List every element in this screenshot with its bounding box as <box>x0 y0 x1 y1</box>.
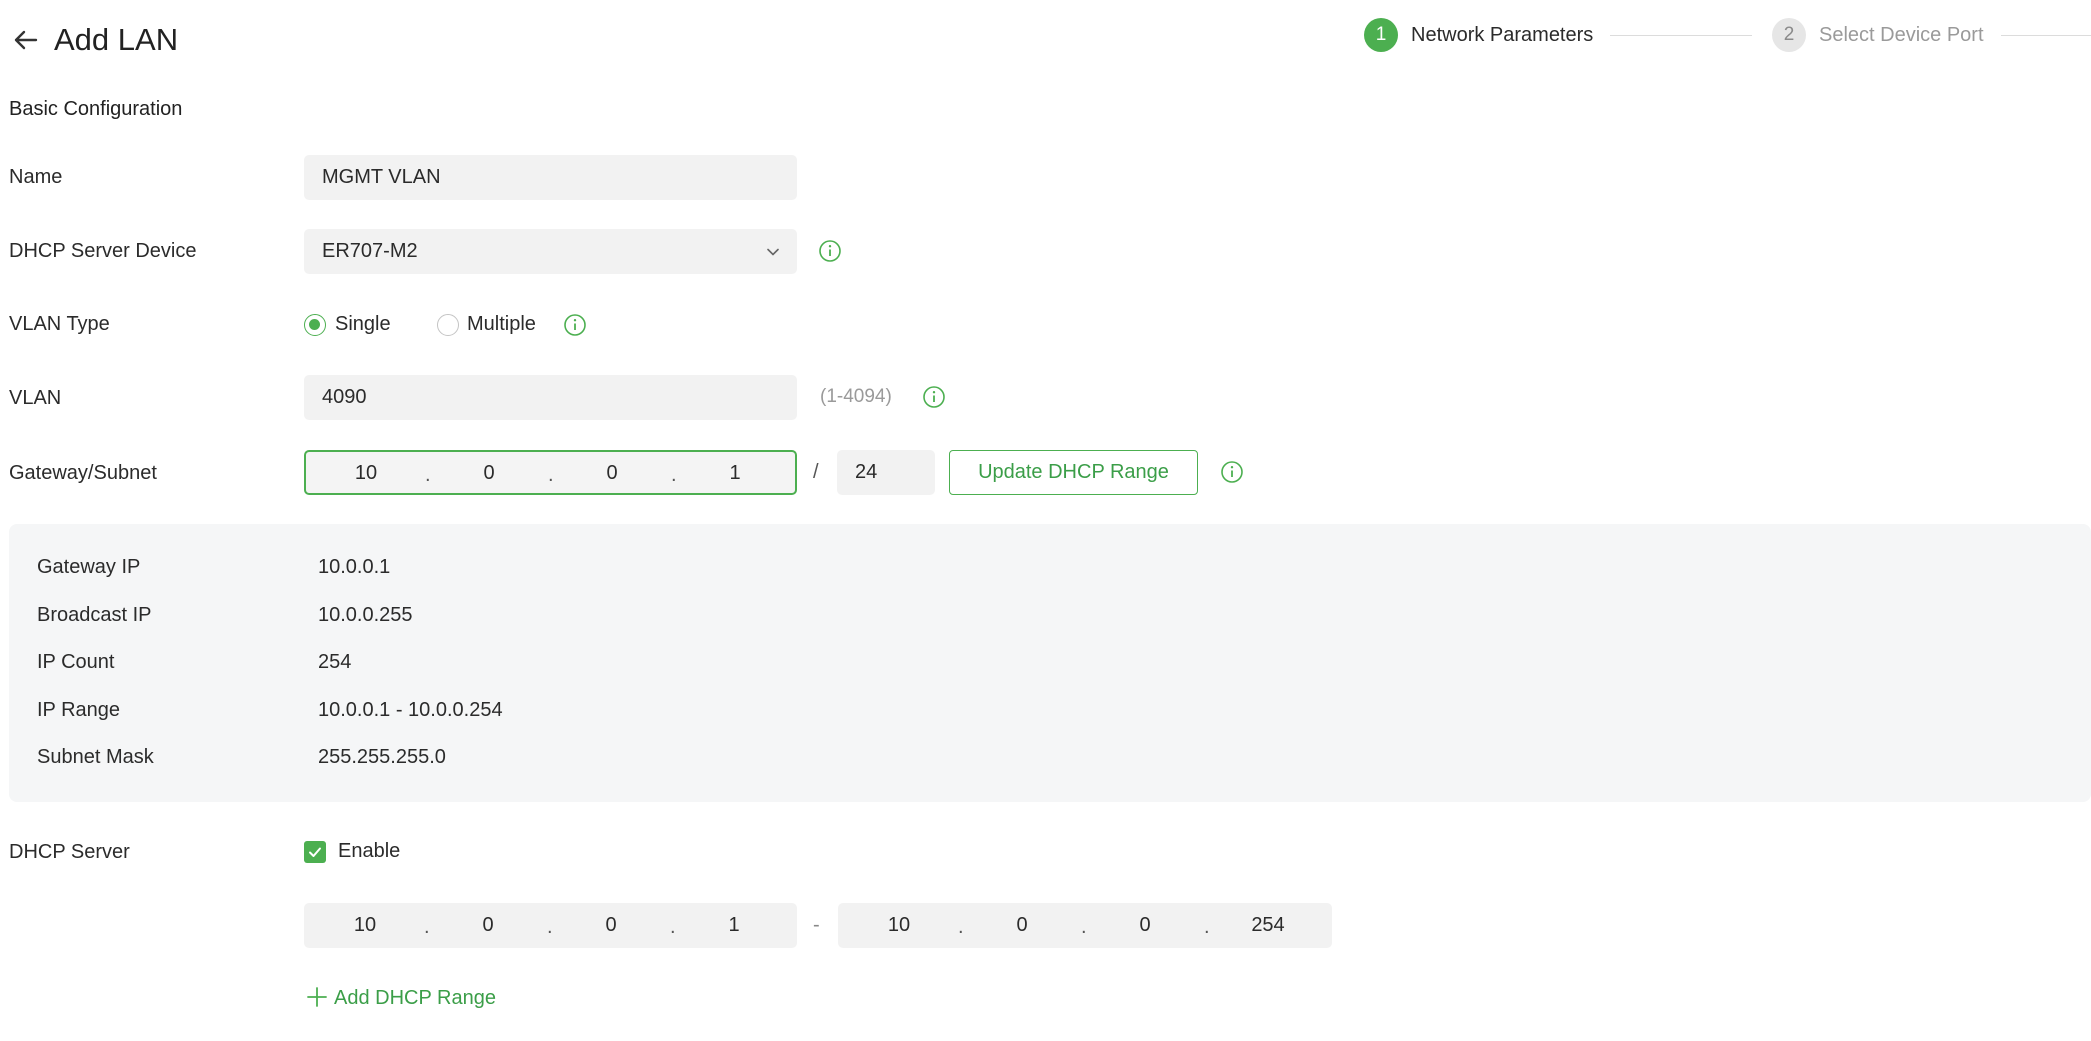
dhcp-device-value: ER707-M2 <box>322 240 418 262</box>
ip-octet[interactable]: 0 <box>581 903 641 948</box>
step-2-number: 2 <box>1772 18 1806 52</box>
gateway-ip-input[interactable]: 10 . 0 . 0 . 1 <box>304 450 797 495</box>
ip-octet[interactable]: 0 <box>459 452 519 495</box>
range-separator: - <box>813 914 820 936</box>
summary-value: 254 <box>318 651 352 673</box>
dhcp-range-start-input[interactable]: 10 . 0 . 0 . 1 <box>304 903 797 948</box>
info-icon[interactable] <box>818 239 842 263</box>
dhcp-device-label: DHCP Server Device <box>9 240 197 262</box>
ip-octet[interactable]: 10 <box>335 903 395 948</box>
vlan-label: VLAN <box>9 387 62 409</box>
summary-label: IP Range <box>37 699 121 721</box>
step-2-label: Select Device Port <box>1819 24 1984 46</box>
step-1-label: Network Parameters <box>1411 24 1594 46</box>
step-connector <box>1610 35 1752 36</box>
dhcp-range-end-input[interactable]: 10 . 0 . 0 . 254 <box>838 903 1332 948</box>
stepper: 1 Network Parameters 2 Select Device Por… <box>1364 18 2091 54</box>
add-dhcp-range-link[interactable]: Add DHCP Range <box>306 985 496 1011</box>
summary-value: 255.255.255.0 <box>318 746 446 768</box>
name-label: Name <box>9 166 63 188</box>
step-1-number: 1 <box>1364 18 1398 52</box>
info-icon[interactable] <box>563 313 587 337</box>
enable-label: Enable <box>338 840 401 862</box>
ip-dot: . <box>670 916 676 938</box>
subnet-prefix-input[interactable]: 24 <box>837 450 935 495</box>
summary-label: Broadcast IP <box>37 604 152 626</box>
subnet-summary-panel: Gateway IP 10.0.0.1 Broadcast IP 10.0.0.… <box>9 524 2091 802</box>
gateway-subnet-label: Gateway/Subnet <box>9 462 157 484</box>
ip-dot: . <box>1081 916 1087 938</box>
summary-value: 10.0.0.1 - 10.0.0.254 <box>318 699 503 721</box>
info-icon[interactable] <box>1220 460 1244 484</box>
radio-multiple[interactable] <box>437 314 459 336</box>
ip-dot: . <box>958 916 964 938</box>
summary-value: 10.0.0.255 <box>318 604 413 626</box>
vlan-type-label: VLAN Type <box>9 313 110 335</box>
chevron-down-icon <box>767 248 779 256</box>
dhcp-server-label: DHCP Server <box>9 841 130 863</box>
ip-dot: . <box>425 464 431 486</box>
step-connector <box>2001 35 2091 36</box>
ip-octet[interactable]: 10 <box>336 452 396 495</box>
enable-checkbox[interactable] <box>304 841 326 863</box>
plus-icon <box>307 987 327 1007</box>
back-arrow-icon[interactable] <box>10 24 42 56</box>
summary-label: Subnet Mask <box>37 746 154 768</box>
subnet-slash: / <box>813 461 819 483</box>
update-dhcp-range-button[interactable]: Update DHCP Range <box>949 450 1198 495</box>
ip-octet[interactable]: 10 <box>869 903 929 948</box>
add-dhcp-range-label: Add DHCP Range <box>334 987 496 1009</box>
ip-dot: . <box>548 464 554 486</box>
vlan-range-hint: (1-4094) <box>820 386 892 407</box>
ip-octet[interactable]: 0 <box>582 452 642 495</box>
ip-octet[interactable]: 0 <box>1115 903 1175 948</box>
check-icon <box>309 847 321 857</box>
ip-octet[interactable]: 0 <box>458 903 518 948</box>
ip-octet[interactable]: 1 <box>705 452 765 495</box>
ip-octet[interactable]: 254 <box>1238 903 1298 948</box>
ip-octet[interactable]: 1 <box>704 903 764 948</box>
section-title: Basic Configuration <box>9 98 183 120</box>
ip-octet[interactable]: 0 <box>992 903 1052 948</box>
ip-dot: . <box>671 464 677 486</box>
summary-label: IP Count <box>37 651 115 673</box>
info-icon[interactable] <box>922 385 946 409</box>
dhcp-device-select[interactable]: ER707-M2 <box>304 229 797 274</box>
name-input[interactable]: MGMT VLAN <box>304 155 797 200</box>
radio-single[interactable] <box>304 314 326 336</box>
vlan-input[interactable]: 4090 <box>304 375 797 420</box>
summary-value: 10.0.0.1 <box>318 556 391 578</box>
ip-dot: . <box>424 916 430 938</box>
ip-dot: . <box>1204 916 1210 938</box>
page-title: Add LAN <box>54 22 179 57</box>
radio-multiple-label: Multiple <box>467 313 536 335</box>
radio-single-label: Single <box>335 313 391 335</box>
ip-dot: . <box>547 916 553 938</box>
summary-label: Gateway IP <box>37 556 141 578</box>
